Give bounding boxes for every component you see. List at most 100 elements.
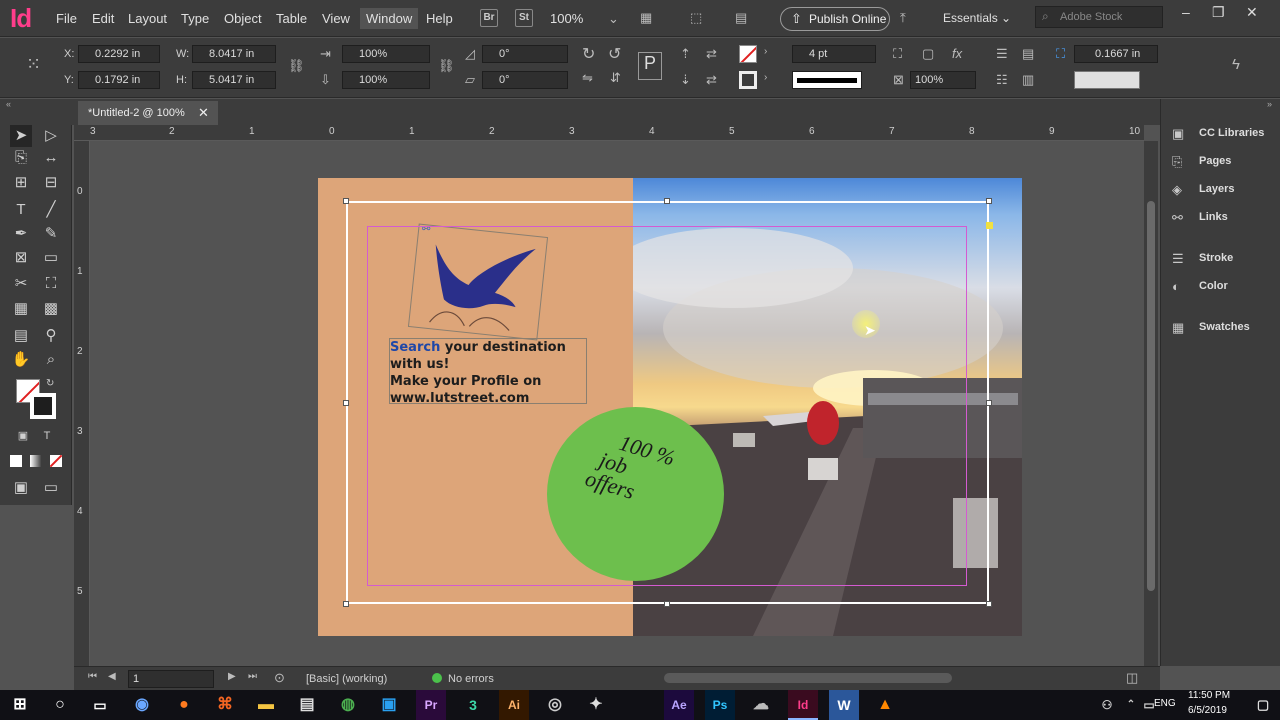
photoshop-icon[interactable]: Ps — [705, 690, 735, 720]
live-corner-handle[interactable] — [986, 222, 993, 229]
select-next-icon[interactable]: ⇄ — [706, 72, 717, 88]
panel-pages[interactable]: Pages — [1199, 155, 1231, 167]
content-placer-icon[interactable]: ⊟ — [40, 172, 62, 194]
menu-edit[interactable]: Edit — [92, 11, 114, 26]
menu-window[interactable]: Window — [360, 8, 419, 29]
stroke-type-select[interactable] — [792, 71, 862, 89]
illustrator-icon[interactable]: Ai — [499, 690, 529, 720]
scale-y-field[interactable]: 100% — [342, 71, 430, 89]
line-tool-icon[interactable]: ╱ — [40, 199, 62, 221]
vlc-icon[interactable]: ▲ — [870, 690, 900, 720]
maximize-button[interactable]: ❐ — [1212, 4, 1225, 21]
app-3-icon[interactable]: 3 — [458, 690, 488, 720]
handle-tc[interactable] — [664, 198, 670, 204]
offset-field[interactable]: 0.1667 in — [1074, 45, 1158, 63]
panel-stroke[interactable]: Stroke — [1199, 252, 1233, 264]
app-blue-icon[interactable]: ▣ — [374, 690, 404, 720]
clock-date[interactable]: 6/5/2019 — [1188, 705, 1227, 716]
collapse-panels-icon[interactable]: » — [1267, 99, 1272, 109]
scissors-tool-icon[interactable]: ✂ — [10, 273, 32, 295]
gradient-feather-tool-icon[interactable]: ▩ — [40, 298, 62, 320]
after-effects-icon[interactable]: Ae — [664, 690, 694, 720]
menu-file[interactable]: File — [56, 11, 77, 26]
document-tab[interactable]: *Untitled-2 @ 100% ✕ — [78, 101, 218, 125]
page-tool-icon[interactable]: ⎘ — [10, 147, 32, 169]
apply-none-icon[interactable] — [50, 455, 62, 467]
selection-frame[interactable] — [346, 201, 989, 604]
scroll-thumb[interactable] — [1147, 201, 1155, 591]
gradient-swatch-tool-icon[interactable]: ▦ — [10, 298, 32, 320]
stroke-swatch[interactable] — [739, 71, 757, 89]
cortana-icon[interactable]: ○ — [45, 690, 75, 720]
w-field[interactable]: 8.0417 in — [192, 45, 276, 63]
stroke-chevron-icon[interactable]: › — [764, 72, 767, 83]
rotate-field[interactable]: 0° — [482, 45, 568, 63]
select-container-icon[interactable]: ⇡ — [680, 46, 691, 62]
pencil-tool-icon[interactable]: ✎ — [40, 223, 62, 245]
stroke-color-swatch[interactable] — [30, 393, 56, 419]
rectangle-tool-icon[interactable]: ▭ — [40, 247, 62, 269]
scale-x-field[interactable]: 100% — [342, 45, 430, 63]
app-cloud-icon[interactable]: ☁ — [746, 690, 776, 720]
task-view-icon[interactable]: ▭ — [85, 690, 115, 720]
chrome-icon[interactable]: ◍ — [333, 690, 363, 720]
h-field[interactable]: 5.0417 in — [192, 71, 276, 89]
zoom-tool-icon[interactable]: ⌕ — [40, 349, 62, 371]
menu-type[interactable]: Type — [181, 11, 209, 26]
panel-layers[interactable]: Layers — [1199, 183, 1234, 195]
fx-icon[interactable]: fx — [952, 46, 962, 61]
publish-online-button[interactable]: ⇧ Publish Online — [780, 7, 890, 31]
rectangle-frame-tool-icon[interactable]: ⊠ — [10, 247, 32, 269]
word-icon[interactable]: W — [829, 690, 859, 720]
first-page-icon[interactable]: ⏮ — [88, 671, 97, 682]
text-wrap-icon[interactable]: ▤ — [1022, 46, 1034, 62]
arrange-docs-icon[interactable]: ▤ — [735, 10, 747, 26]
view-options-icon[interactable]: ▦ — [640, 10, 652, 26]
clock-time[interactable]: 11:50 PM — [1188, 690, 1230, 701]
normal-mode-icon[interactable]: ▣ — [10, 477, 32, 499]
collapse-tools-icon[interactable]: « — [6, 99, 11, 109]
flip-h-icon[interactable]: ⇋ — [582, 70, 593, 86]
lightning-icon[interactable]: ϟ — [1232, 56, 1240, 73]
formatting-container-icon[interactable]: ▣ — [12, 425, 34, 447]
menu-layout[interactable]: Layout — [128, 11, 167, 26]
opacity-field[interactable]: 100% — [910, 71, 976, 89]
language-indicator[interactable]: ENG — [1154, 698, 1176, 709]
handle-tr[interactable] — [986, 198, 992, 204]
app-vector-icon[interactable]: ✦ — [581, 690, 611, 720]
app-wheel-icon[interactable]: ◎ — [540, 690, 570, 720]
panel-cc-libraries[interactable]: CC Libraries — [1199, 127, 1264, 139]
constrain-scale-icon[interactable]: ⛓ — [438, 58, 455, 74]
fill-none-swatch[interactable] — [739, 45, 757, 63]
select-content-icon[interactable]: ⇣ — [680, 72, 691, 88]
object-style-select[interactable] — [1074, 71, 1140, 89]
panel-links[interactable]: Links — [1199, 211, 1228, 223]
menu-table[interactable]: Table — [276, 11, 307, 26]
flip-v-icon[interactable]: ⇵ — [610, 70, 621, 86]
align-left-icon[interactable]: ☰ — [996, 46, 1008, 62]
handle-tl[interactable] — [343, 198, 349, 204]
page-number-field[interactable]: 1 — [128, 670, 214, 688]
handle-bc[interactable] — [664, 601, 670, 607]
handle-ml[interactable] — [343, 400, 349, 406]
indesign-taskbar-icon[interactable]: Id — [788, 690, 818, 720]
share-icon[interactable]: ⤒ — [900, 10, 906, 26]
selection-tool-icon[interactable]: ➤ — [10, 125, 32, 147]
fill-chevron-icon[interactable]: › — [764, 46, 767, 57]
preflight-status[interactable]: No errors — [448, 673, 494, 685]
split-window-icon[interactable]: ◫ — [1126, 670, 1138, 686]
menu-object[interactable]: Object — [224, 11, 262, 26]
handle-bl[interactable] — [343, 601, 349, 607]
apply-gradient-icon[interactable] — [30, 455, 42, 467]
stock-button[interactable]: St — [515, 9, 533, 27]
direct-selection-tool-icon[interactable]: ▷ — [40, 125, 62, 147]
constrain-proportions-icon[interactable]: ⛓ — [288, 58, 305, 74]
minimize-button[interactable]: – — [1182, 4, 1190, 20]
reference-point-icon[interactable]: ⁙ — [26, 54, 41, 75]
menu-help[interactable]: Help — [426, 11, 453, 26]
stroke-weight-field[interactable]: 4 pt — [792, 45, 876, 63]
panel-swatches[interactable]: Swatches — [1199, 321, 1250, 333]
zoom-chevron-icon[interactable]: ⌄ — [608, 11, 619, 27]
handle-br[interactable] — [986, 601, 992, 607]
drop-shadow-icon[interactable]: ▢ — [922, 46, 934, 62]
